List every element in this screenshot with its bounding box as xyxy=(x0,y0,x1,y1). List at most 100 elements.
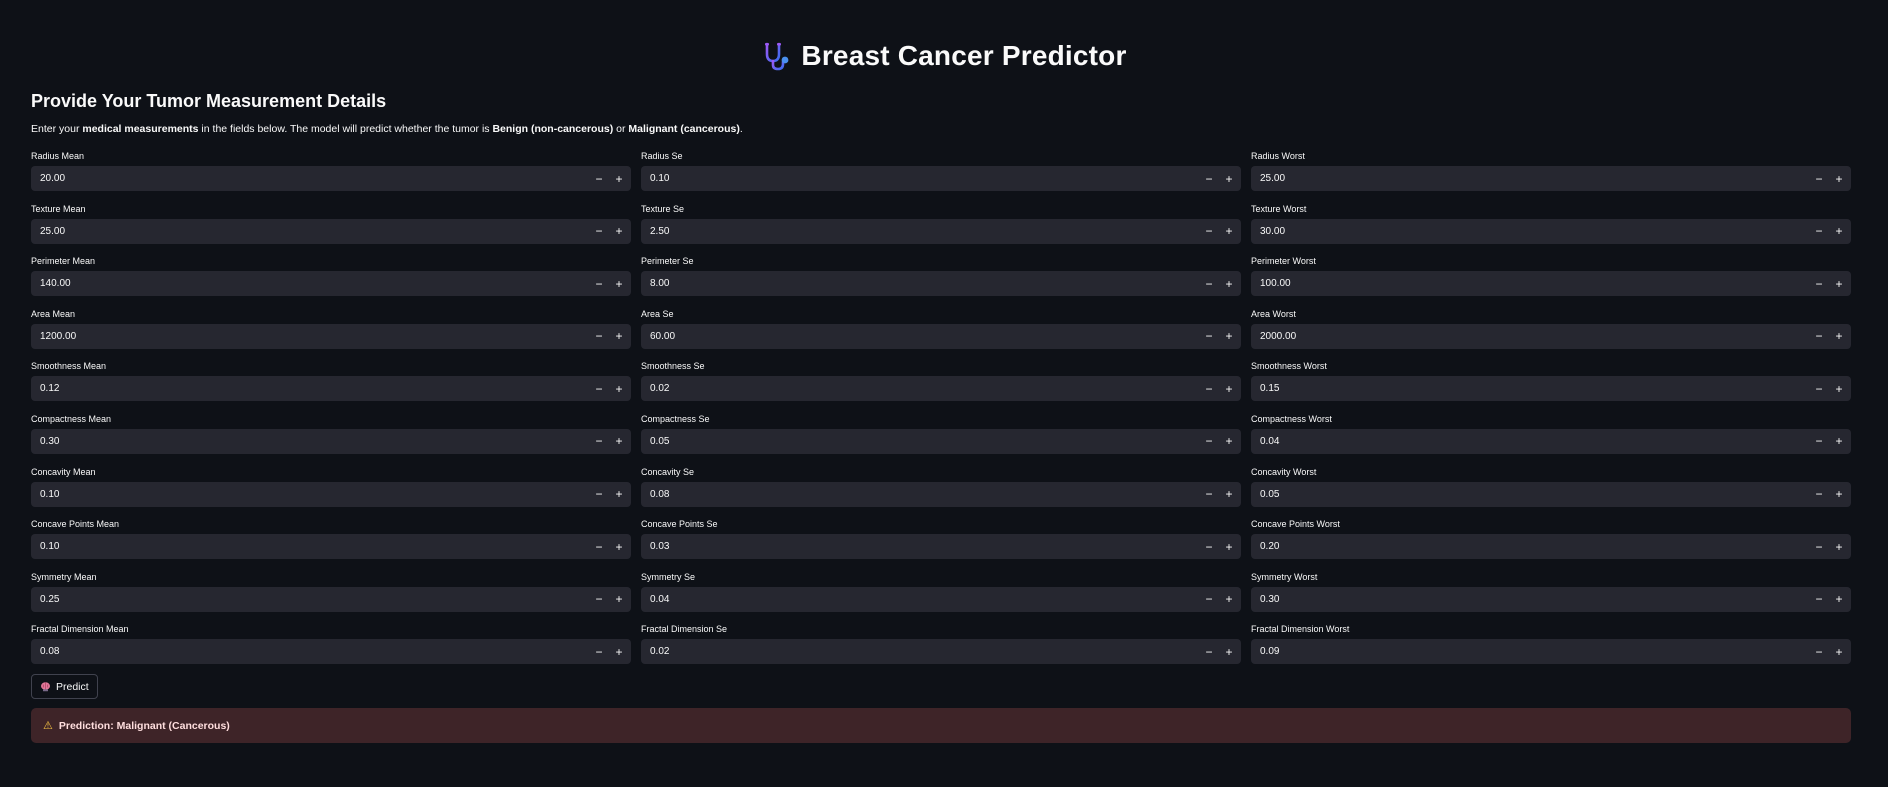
number-input-smoothness-se: −+ xyxy=(641,376,1241,402)
decrement-button[interactable]: − xyxy=(1809,376,1829,401)
field-label: Concavity Worst xyxy=(1251,466,1317,477)
perimeter-mean-input[interactable] xyxy=(31,271,589,297)
radius-se-input[interactable] xyxy=(641,166,1199,191)
increment-button[interactable]: + xyxy=(609,376,629,401)
increment-button[interactable]: + xyxy=(1219,166,1239,191)
symmetry-worst-input[interactable] xyxy=(1251,586,1809,612)
concave-points-worst-input[interactable] xyxy=(1251,534,1809,560)
increment-button[interactable]: + xyxy=(1829,166,1849,191)
compactness-worst-input[interactable] xyxy=(1251,428,1809,454)
increment-button[interactable]: + xyxy=(1219,639,1239,664)
increment-button[interactable]: + xyxy=(1829,429,1849,454)
symmetry-mean-input[interactable] xyxy=(31,586,589,612)
number-input-concave-points-se: −+ xyxy=(641,534,1241,560)
area-se-input[interactable] xyxy=(641,323,1199,349)
radius-worst-input[interactable] xyxy=(1251,166,1809,191)
predict-button[interactable]: Predict xyxy=(31,674,98,699)
decrement-button[interactable]: − xyxy=(1199,534,1219,559)
decrement-button[interactable]: − xyxy=(1809,587,1829,612)
fractal-dimension-se-input[interactable] xyxy=(641,639,1199,665)
decrement-button[interactable]: − xyxy=(1809,271,1829,296)
decrement-button[interactable]: − xyxy=(1199,324,1219,349)
decrement-button[interactable]: − xyxy=(589,219,609,244)
decrement-button[interactable]: − xyxy=(589,587,609,612)
increment-button[interactable]: + xyxy=(609,534,629,559)
increment-button[interactable]: + xyxy=(1219,429,1239,454)
field-symmetry-se: Symmetry Se −+ xyxy=(641,572,1241,625)
increment-button[interactable]: + xyxy=(1219,271,1239,296)
increment-button[interactable]: + xyxy=(1829,376,1849,401)
texture-se-input[interactable] xyxy=(641,218,1199,244)
decrement-button[interactable]: − xyxy=(589,166,609,191)
fractal-dimension-mean-input[interactable] xyxy=(31,639,589,665)
decrement-button[interactable]: − xyxy=(1809,639,1829,664)
concave-points-mean-input[interactable] xyxy=(31,534,589,560)
compactness-se-input[interactable] xyxy=(641,428,1199,454)
decrement-button[interactable]: − xyxy=(589,324,609,349)
increment-button[interactable]: + xyxy=(609,587,629,612)
decrement-button[interactable]: − xyxy=(589,271,609,296)
increment-button[interactable]: + xyxy=(609,429,629,454)
increment-button[interactable]: + xyxy=(1829,324,1849,349)
field-label: Radius Worst xyxy=(1251,151,1305,161)
decrement-button[interactable]: − xyxy=(1199,587,1219,612)
symmetry-se-input[interactable] xyxy=(641,586,1199,612)
decrement-button[interactable]: − xyxy=(1199,219,1219,244)
decrement-button[interactable]: − xyxy=(1809,534,1829,559)
field-concave-points-worst: Concave Points Worst −+ xyxy=(1251,519,1851,572)
texture-mean-input[interactable] xyxy=(31,218,589,244)
increment-button[interactable]: + xyxy=(609,219,629,244)
increment-button[interactable]: + xyxy=(609,639,629,664)
increment-button[interactable]: + xyxy=(609,166,629,191)
radius-mean-input[interactable] xyxy=(31,166,589,191)
decrement-button[interactable]: − xyxy=(1199,482,1219,507)
increment-button[interactable]: + xyxy=(1829,271,1849,296)
increment-button[interactable]: + xyxy=(1219,324,1239,349)
increment-button[interactable]: + xyxy=(1829,587,1849,612)
decrement-button[interactable]: − xyxy=(1809,166,1829,191)
decrement-button[interactable]: − xyxy=(589,639,609,664)
smoothness-mean-input[interactable] xyxy=(31,376,589,402)
increment-button[interactable]: + xyxy=(1829,219,1849,244)
decrement-button[interactable]: − xyxy=(1809,219,1829,244)
increment-button[interactable]: + xyxy=(1219,587,1239,612)
fractal-dimension-worst-input[interactable] xyxy=(1251,639,1809,665)
increment-button[interactable]: + xyxy=(609,271,629,296)
decrement-button[interactable]: − xyxy=(1809,429,1829,454)
decrement-button[interactable]: − xyxy=(589,429,609,454)
concavity-worst-input[interactable] xyxy=(1251,481,1809,507)
decrement-button[interactable]: − xyxy=(1809,324,1829,349)
compactness-mean-input[interactable] xyxy=(31,428,589,454)
perimeter-worst-input[interactable] xyxy=(1251,271,1809,297)
field-label: Compactness Mean xyxy=(31,413,112,424)
decrement-button[interactable]: − xyxy=(1199,271,1219,296)
decrement-button[interactable]: − xyxy=(1199,376,1219,401)
decrement-button[interactable]: − xyxy=(1809,482,1829,507)
increment-button[interactable]: + xyxy=(1829,639,1849,664)
increment-button[interactable]: + xyxy=(609,482,629,507)
area-worst-input[interactable] xyxy=(1251,323,1809,349)
smoothness-se-input[interactable] xyxy=(641,376,1199,402)
decrement-button[interactable]: − xyxy=(589,534,609,559)
smoothness-worst-input[interactable] xyxy=(1251,376,1809,402)
concave-points-se-input[interactable] xyxy=(641,534,1199,560)
perimeter-se-input[interactable] xyxy=(641,271,1199,297)
increment-button[interactable]: + xyxy=(1829,482,1849,507)
area-mean-input[interactable] xyxy=(31,323,589,349)
decrement-button[interactable]: − xyxy=(1199,429,1219,454)
prediction-result-alert: ⚠ Prediction: Malignant (Cancerous) xyxy=(31,708,1851,743)
increment-button[interactable]: + xyxy=(1829,534,1849,559)
increment-button[interactable]: + xyxy=(1219,219,1239,244)
increment-button[interactable]: + xyxy=(1219,482,1239,507)
texture-worst-input[interactable] xyxy=(1251,218,1809,244)
decrement-button[interactable]: − xyxy=(589,376,609,401)
concavity-mean-input[interactable] xyxy=(31,481,589,507)
increment-button[interactable]: + xyxy=(1219,376,1239,401)
increment-button[interactable]: + xyxy=(1219,534,1239,559)
decrement-button[interactable]: − xyxy=(589,482,609,507)
decrement-button[interactable]: − xyxy=(1199,639,1219,664)
number-input-fractal-dimension-mean: −+ xyxy=(31,639,631,665)
increment-button[interactable]: + xyxy=(609,324,629,349)
decrement-button[interactable]: − xyxy=(1199,166,1219,191)
concavity-se-input[interactable] xyxy=(641,481,1199,507)
